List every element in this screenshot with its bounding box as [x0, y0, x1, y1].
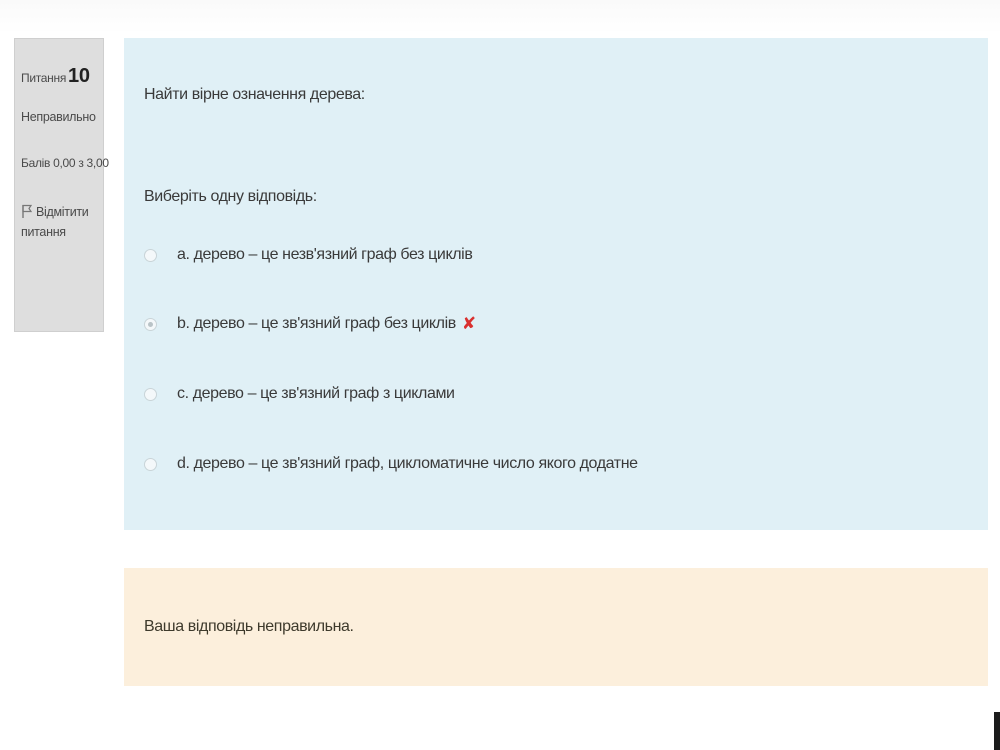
incorrect-icon: ✘ [461, 314, 476, 333]
question-number: Питання 10 [21, 65, 97, 88]
answer-radio-c[interactable] [144, 387, 157, 401]
feedback-text: Ваша відповідь неправильна. [144, 618, 354, 635]
question-label: Питання [21, 71, 67, 85]
question-info-panel: Питання 10 Неправильно Балів 0,00 з 3,00… [14, 38, 109, 332]
answer-label-b: b. дерево – це зв'язний граф без циклів [177, 315, 456, 332]
flag-question-link[interactable]: Відмітити питання [21, 202, 97, 242]
answer-radio-a[interactable] [144, 248, 157, 262]
answer-radio-b[interactable] [144, 317, 157, 331]
question-grade: Балів 0,00 з 3,00 [21, 156, 109, 170]
question-text: Найти вірне означення дерева: [144, 86, 365, 103]
answer-label-a: a. дерево – це незв'язний граф без циклі… [177, 246, 473, 263]
question-state: Неправильно [21, 110, 96, 124]
answer-label-d: d. дерево – це зв'язний граф, цикломатич… [177, 455, 638, 472]
quiz-review-page: Питання 10 Неправильно Балів 0,00 з 3,00… [0, 0, 1000, 750]
question-number-value: 10 [68, 65, 90, 87]
answer-option-b[interactable]: b. дерево – це зв'язний граф без циклів … [144, 314, 476, 334]
answer-label-c: c. дерево – це зв'язний граф з циклами [177, 385, 455, 402]
answer-option-c[interactable]: c. дерево – це зв'язний граф з циклами [144, 385, 455, 403]
answer-option-a[interactable]: a. дерево – це незв'язний граф без циклі… [144, 246, 473, 264]
answer-option-d[interactable]: d. дерево – це зв'язний граф, цикломатич… [144, 455, 638, 473]
edge-artifact [994, 712, 1000, 750]
header-strip [0, 0, 1000, 34]
answer-radio-d[interactable] [144, 457, 157, 471]
question-content: Найти вірне означення дерева: Виберіть о… [124, 38, 988, 530]
flag-icon [21, 204, 33, 218]
answer-prompt: Виберіть одну відповідь: [144, 188, 317, 205]
feedback-box: Ваша відповідь неправильна. [124, 568, 988, 686]
